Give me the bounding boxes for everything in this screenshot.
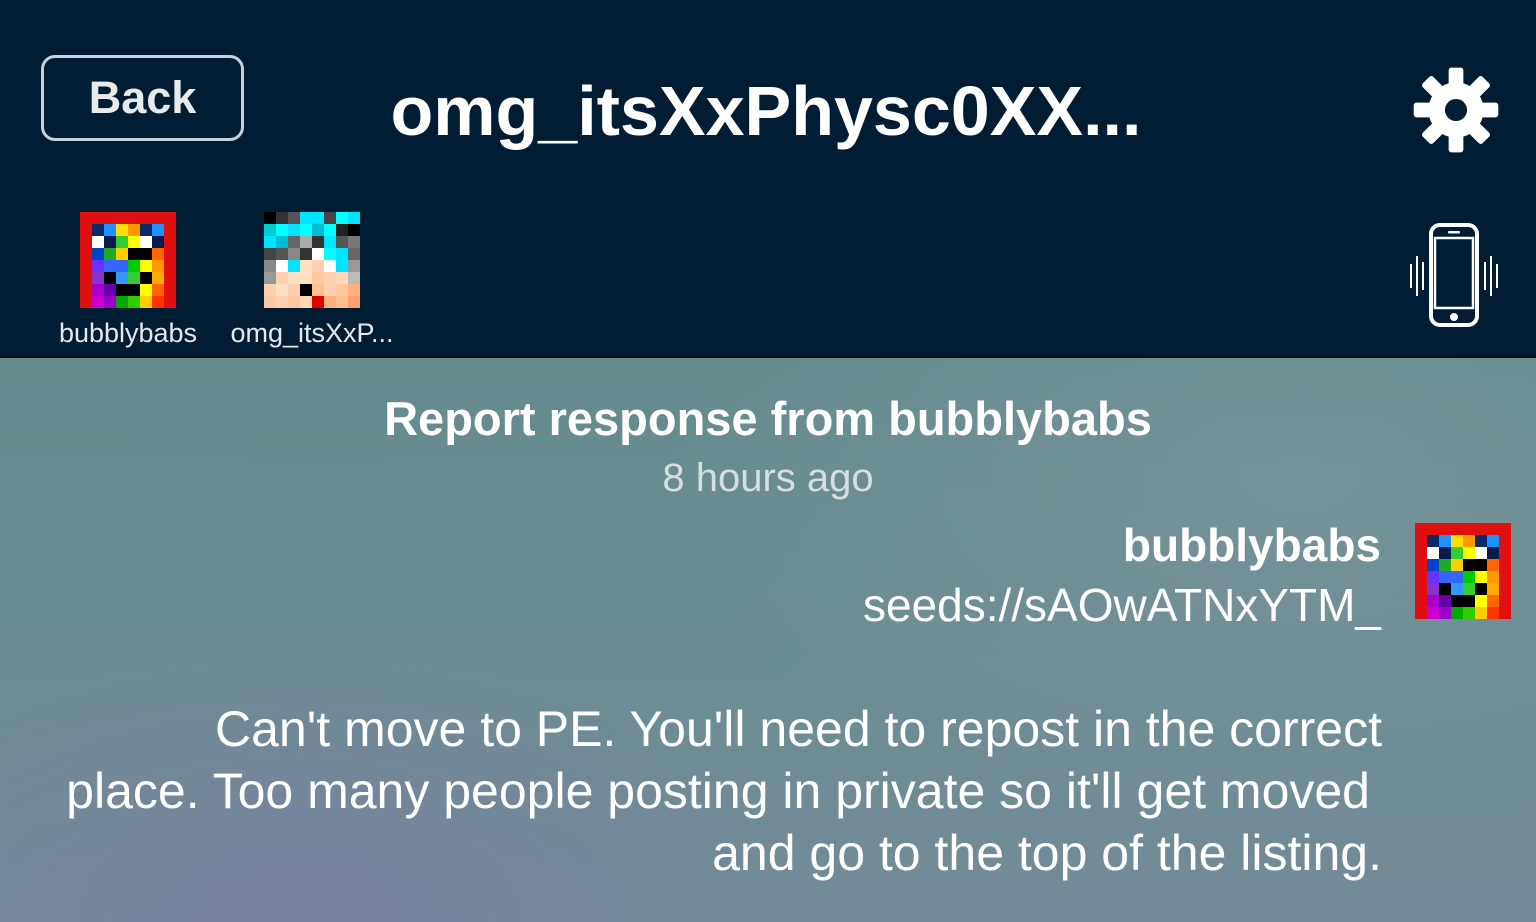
top-bar: Back omg_itsXxPhysc0XX... bubblybabs omg… (0, 0, 1536, 358)
gear-icon[interactable] (1410, 64, 1502, 156)
back-button[interactable]: Back (41, 55, 244, 141)
timestamp: 8 hours ago (662, 456, 874, 500)
report-title: Report response from bubblybabs (384, 392, 1152, 445)
conversation-title: omg_itsXxPhysc0XX... (390, 72, 1142, 150)
message-line: Can't move to PE. You'll need to repost … (215, 701, 1382, 757)
participant-name: omg_itsXxP... (230, 318, 394, 348)
participant-bubblybabs[interactable]: bubblybabs (43, 212, 213, 349)
message-line: and go to the top of the listing. (712, 825, 1382, 881)
message-line: place. Too many people posting in privat… (66, 763, 1370, 819)
participant-omg-itsxxp[interactable]: omg_itsXxP... (227, 212, 397, 349)
phone-vibrate-icon[interactable] (1406, 222, 1502, 330)
author-name[interactable]: bubblybabs (1123, 518, 1381, 572)
rainbow-pixel-avatar (80, 212, 176, 308)
cyan-hair-pixel-avatar (264, 212, 360, 308)
seed-link[interactable]: seeds://sAOwATNxYTM_ (863, 578, 1381, 632)
message-body: Can't move to PE. You'll need to repost … (20, 698, 1382, 884)
author-avatar[interactable] (1415, 523, 1511, 619)
participant-name: bubblybabs (58, 318, 198, 348)
